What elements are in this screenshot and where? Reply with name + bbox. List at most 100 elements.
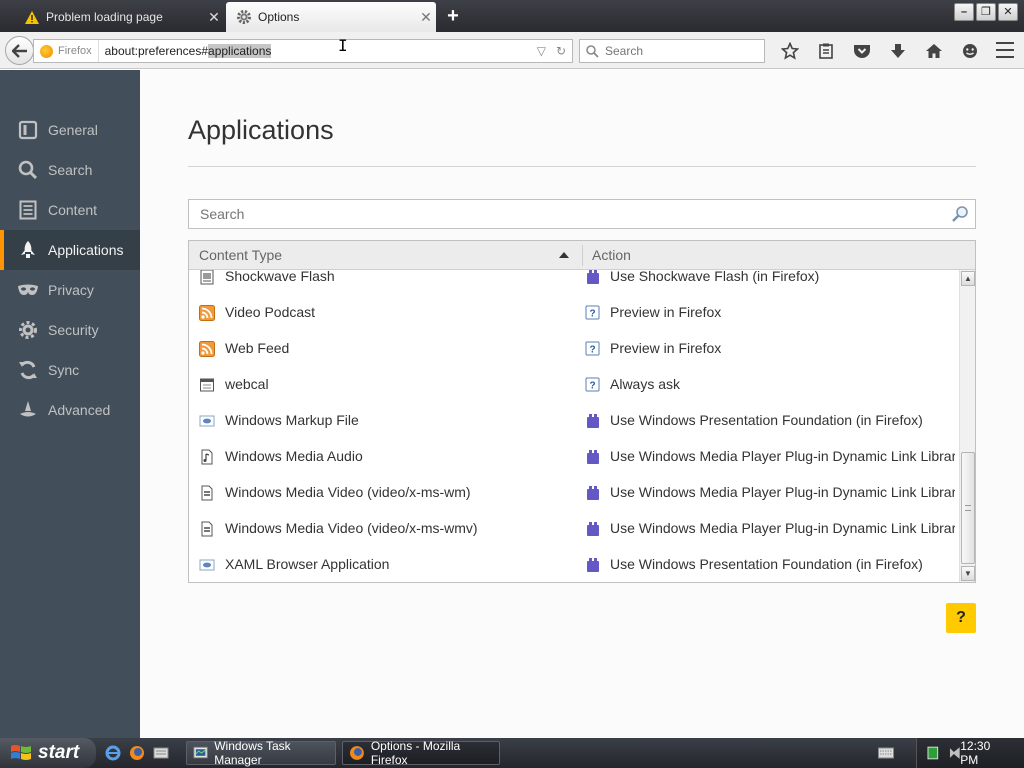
new-tab-button[interactable]: + — [442, 4, 464, 28]
task-label: Windows Task Manager — [214, 739, 291, 767]
action-label: Use Windows Presentation Foundation (in … — [610, 412, 923, 428]
search-bar[interactable] — [579, 39, 765, 63]
identity-label: Firefox — [58, 45, 92, 57]
download-icon[interactable] — [880, 40, 916, 62]
filter-search-input[interactable] — [189, 206, 945, 222]
sidebar-item-label: Privacy — [48, 282, 94, 298]
action-label: Use Shockwave Flash (in Firefox) — [610, 270, 820, 284]
identity-box[interactable]: Firefox — [34, 40, 99, 62]
scroll-up-arrow-icon[interactable]: ▲ — [961, 271, 975, 286]
table-rows: Shockwave Flash Use Shockwave Flash (in … — [189, 270, 959, 582]
content-type-label: Web Feed — [225, 340, 290, 356]
column-header-content-type[interactable]: Content Type — [199, 247, 282, 263]
chat-icon[interactable] — [952, 40, 988, 62]
sidebar-item-label: Applications — [48, 242, 124, 258]
svg-text:?: ? — [589, 345, 595, 356]
url-bar[interactable]: Firefox about:preferences#applications ▽… — [33, 39, 573, 63]
volume-icon[interactable] — [949, 746, 961, 760]
content-type-label: Windows Media Video (video/x-ms-wmv) — [225, 520, 478, 536]
close-tab-icon[interactable]: ✕ — [204, 9, 224, 26]
url-text[interactable]: about:preferences#applications — [99, 44, 537, 58]
search-input[interactable] — [605, 44, 755, 58]
start-button[interactable]: start — [0, 738, 96, 768]
network-icon[interactable] — [927, 746, 939, 760]
sidebar-item-privacy[interactable]: Privacy — [0, 270, 140, 310]
table-row[interactable]: Windows Media Video (video/x-ms-wm) Use … — [189, 484, 959, 520]
action-label: Preview in Firefox — [610, 304, 722, 320]
table-row[interactable]: Web Feed ? Preview in Firefox — [189, 340, 959, 376]
grip-icon — [965, 505, 971, 511]
table-row[interactable]: XAML Browser Application Use Windows Pre… — [189, 556, 959, 582]
table-row[interactable]: webcal ? Always ask — [189, 376, 959, 412]
feed-icon — [199, 341, 215, 357]
dropmarker-icon[interactable]: ▽ — [537, 44, 546, 58]
preferences-main-pane: Applications Content Type Action Shockwa… — [140, 70, 1024, 738]
table-row[interactable]: Windows Media Audio Use Windows Media Pl… — [189, 448, 959, 484]
show-desktop-icon[interactable] — [152, 744, 170, 762]
taskbar-button-firefox[interactable]: Options - Mozilla Firefox — [342, 739, 500, 767]
handlers-table: Content Type Action Shockwave Flash Use … — [188, 240, 976, 583]
sidebar-item-applications[interactable]: Applications — [0, 230, 140, 270]
url-bar-buttons: ▽ ↻ — [537, 44, 572, 58]
content-type-filter[interactable] — [188, 199, 976, 229]
navigation-toolbar: Firefox about:preferences#applications ▽… — [0, 32, 1024, 69]
clock: 12:30 PM — [960, 739, 991, 767]
internet-explorer-icon[interactable] — [104, 744, 122, 762]
column-separator[interactable] — [582, 245, 583, 266]
sidebar-item-general[interactable]: General — [0, 110, 140, 150]
plugin-icon — [587, 558, 599, 572]
video-file-icon — [201, 521, 213, 537]
sidebar-item-content[interactable]: Content — [0, 190, 140, 230]
ask-icon: ? — [585, 377, 600, 392]
sidebar-item-security[interactable]: Security — [0, 310, 140, 350]
column-header-action[interactable]: Action — [592, 247, 631, 263]
tab-options[interactable]: Options ✕ — [226, 2, 436, 32]
firefox-icon[interactable] — [128, 744, 146, 762]
title-divider — [188, 166, 976, 167]
security-padlock-icon — [16, 318, 40, 342]
taskbar-button-task-manager[interactable]: Windows Task Manager — [186, 739, 336, 767]
reading-list-icon[interactable] — [808, 40, 844, 62]
table-row[interactable]: Video Podcast ? Preview in Firefox — [189, 304, 959, 340]
video-file-icon — [201, 485, 213, 501]
vertical-scrollbar[interactable]: ▲ ▼ — [959, 270, 975, 582]
scrollbar-thumb[interactable] — [961, 452, 975, 564]
tab-problem-loading-page[interactable]: Problem loading page ✕ — [14, 2, 224, 32]
hamburger-menu-icon[interactable] — [996, 42, 1014, 58]
content-type-label: Video Podcast — [225, 304, 316, 320]
sidebar-item-search[interactable]: Search — [0, 150, 140, 190]
table-row[interactable]: Shockwave Flash Use Shockwave Flash (in … — [189, 270, 959, 304]
sidebar-item-advanced[interactable]: Advanced — [0, 390, 140, 430]
table-row[interactable]: Windows Media Video (video/x-ms-wmv) Use… — [189, 520, 959, 556]
keyboard-icon[interactable] — [878, 746, 894, 760]
reload-icon[interactable]: ↻ — [556, 44, 566, 58]
toolbar-icons — [772, 40, 988, 62]
scroll-down-arrow-icon[interactable]: ▼ — [961, 566, 975, 581]
close-window-button[interactable]: ✕ — [998, 3, 1018, 21]
action-label: Use Windows Media Player Plug-in Dynamic… — [610, 484, 955, 500]
text-cursor-icon: I — [338, 36, 348, 55]
minimize-button[interactable]: – — [954, 3, 974, 21]
system-tray: 12:30 PM — [916, 738, 1024, 768]
pocket-icon[interactable] — [844, 40, 880, 62]
plugin-icon — [587, 450, 599, 464]
table-row[interactable]: Windows Markup File Use Windows Presenta… — [189, 412, 959, 448]
restore-button[interactable]: ❐ — [976, 3, 996, 21]
ask-icon: ? — [585, 341, 600, 356]
flash-file-icon — [200, 270, 214, 285]
sidebar-item-sync[interactable]: Sync — [0, 350, 140, 390]
back-button[interactable] — [5, 36, 34, 65]
task-label: Options - Mozilla Firefox — [370, 739, 461, 767]
task-manager-icon — [193, 746, 208, 759]
action-label: Always ask — [610, 376, 681, 392]
magnifier-icon — [945, 205, 975, 223]
close-tab-icon[interactable]: ✕ — [416, 9, 436, 26]
tab-strip: Problem loading page ✕ Options ✕ + – ❐ ✕ — [0, 0, 1024, 32]
bookmark-star-icon[interactable] — [772, 40, 808, 62]
quick-launch — [104, 744, 170, 762]
content-type-label: webcal — [225, 376, 269, 392]
help-button[interactable]: ? — [946, 603, 976, 633]
search-icon — [16, 158, 40, 182]
magnifier-icon — [586, 44, 599, 58]
home-icon[interactable] — [916, 40, 952, 62]
